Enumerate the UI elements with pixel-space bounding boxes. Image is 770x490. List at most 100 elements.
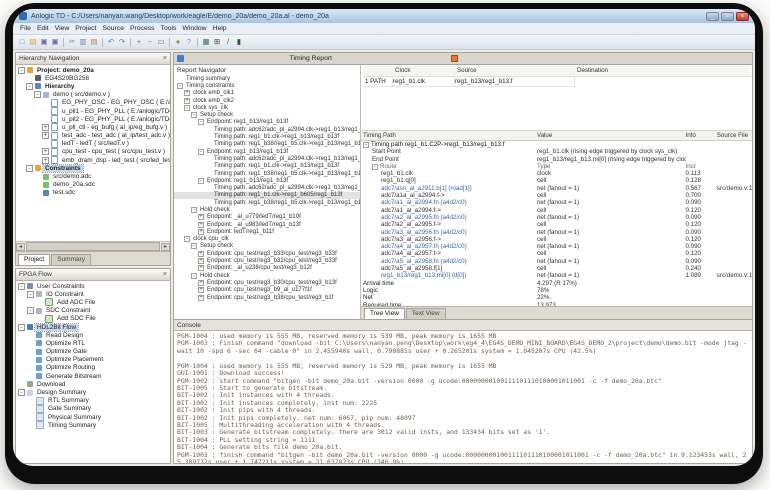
expand-icon[interactable]: + xyxy=(198,295,204,301)
flow-tree-item[interactable]: RTL Summary xyxy=(16,397,170,405)
save-icon[interactable]: ▣ xyxy=(39,37,49,47)
collapse-icon[interactable]: - xyxy=(363,142,369,148)
report-tree-item[interactable]: +Endpoint: cpu_test/reg3_b32/cpu_test/re… xyxy=(174,257,360,264)
collapse-icon[interactable]: - xyxy=(191,243,197,249)
panel-close-icon[interactable]: × xyxy=(163,270,167,279)
menu-help[interactable]: Help xyxy=(210,25,230,32)
collapse-icon[interactable]: - xyxy=(26,83,33,90)
collapse-icon[interactable]: - xyxy=(34,91,41,98)
col-source[interactable]: Source xyxy=(457,66,577,76)
flow-tree-item[interactable]: Optimize Placement xyxy=(16,356,170,364)
path-table-row[interactable]: Start Pointreg1_b1.clk (rising edge trig… xyxy=(361,148,752,155)
expand-icon[interactable]: + xyxy=(184,98,190,104)
report-tree-item[interactable]: Timing path: reg1_b1.clk->reg1_b13/reg1_… xyxy=(174,163,360,170)
open-folder-icon[interactable]: ▤ xyxy=(28,37,38,47)
path-table-row[interactable]: -Timing path reg1_b1.C2P->reg1_b13/reg1_… xyxy=(361,141,752,148)
flow-tree-item[interactable]: -IO Constraint xyxy=(16,290,170,298)
report-tree-item[interactable]: Timing summary xyxy=(174,75,360,82)
collapse-icon[interactable]: - xyxy=(198,119,204,125)
menu-tools[interactable]: Tools xyxy=(158,25,180,32)
path-table-row[interactable]: adc7/a5_al_a2958.f[1]cell0.240 xyxy=(361,265,752,272)
report-tree-item[interactable]: +clock emb_clk1 xyxy=(174,90,360,97)
redo-icon[interactable]: ↷ xyxy=(117,37,127,47)
expand-icon[interactable]: + xyxy=(198,258,204,264)
path-table-row[interactable]: adc7/a1_al_a2994.f->cell0.120 xyxy=(361,207,752,214)
path-table-row[interactable]: adc7/asn_al_a2911.b[1] (road[1])net (fan… xyxy=(361,185,752,192)
collapse-icon[interactable]: - xyxy=(191,112,197,118)
hierarchy-tree-item[interactable]: +cpu_test - cpu_test ( src/cpu_test.v ) xyxy=(16,148,170,156)
hierarchy-tree-item[interactable]: +emb_dram_dsp - led_test ( src/led_test.… xyxy=(16,156,170,164)
hierarchy-tree-item[interactable]: -Project: demo_20a xyxy=(16,66,170,74)
flow-tree-item[interactable]: -User Constraints xyxy=(16,282,170,290)
flow-tree-item[interactable]: -Design Summary xyxy=(16,388,170,396)
hierarchy-tree-item[interactable]: -demo ( src/demo.v ) xyxy=(16,91,170,99)
clock-table-row[interactable]: 1 PATHreg1_b1.clkreg1_b13/reg1_b13.f xyxy=(363,77,750,87)
col-destination[interactable]: Destination xyxy=(577,66,608,76)
scroll-right-icon[interactable]: ▸ xyxy=(161,243,170,251)
flow-tree-item[interactable]: Add ADC File xyxy=(16,298,170,306)
minimize-button[interactable]: _ xyxy=(706,12,719,21)
report-tree-item[interactable]: Timing path: reg1_b38/reg1_b5.clk->reg1_… xyxy=(174,199,360,206)
hierarchy-tree-item[interactable]: -Hierarchy xyxy=(16,82,170,90)
timing-report-tab[interactable]: Timing Report xyxy=(290,55,332,62)
flow-tree-item[interactable]: Generate Bitstream xyxy=(16,372,170,380)
hierarchy-tree-item[interactable]: u_pll2 - EG_PHY_PLL ( E:/anlogic/TD4.19/… xyxy=(16,115,170,123)
flow-tree-item[interactable]: Add SDC File xyxy=(16,315,170,323)
expand-icon[interactable]: + xyxy=(198,229,204,235)
path-table-row[interactable]: reg1_b1.q[0]cell0.128 xyxy=(361,177,752,184)
collapse-icon[interactable]: - xyxy=(184,105,190,111)
menu-view[interactable]: View xyxy=(52,25,73,32)
path-table-row[interactable]: adc7/a2_al_a2995.f->cell0.120 xyxy=(361,221,752,228)
report-tree-item[interactable]: Timing path: reg1_b38/reg1_b5.clk->reg1_… xyxy=(174,141,360,148)
view-tab-text-view[interactable]: Text View xyxy=(406,308,446,319)
report-tree-item[interactable]: -clock sys_clk xyxy=(174,104,360,111)
report-tree-item[interactable]: Timing path: adc62/adc_pl_a2994.clk->reg… xyxy=(174,126,360,133)
console-log[interactable]: PGM-1004 : used memory is 555 MB, reserv… xyxy=(174,331,752,463)
report-tree-item[interactable]: -Endpoint: reg1_b13/reg1_b13f xyxy=(174,119,360,126)
path-table-row[interactable]: Arrival time4.297 (R 17%) xyxy=(361,280,752,287)
hierarchy-tree-item[interactable]: ledT - ledT ( src/ledT.v ) xyxy=(16,140,170,148)
report-tree-item[interactable]: -Endpoint: reg1_b13/reg1_b13f xyxy=(174,148,360,155)
zoom-in-icon[interactable]: + xyxy=(134,37,144,47)
collapse-icon[interactable]: - xyxy=(27,307,34,314)
hierarchy-tree-item[interactable]: EG4S20BG256 xyxy=(16,74,170,82)
path-table-row[interactable]: Net22% xyxy=(361,294,752,301)
title-bar[interactable]: Anlogic TD - C:/Users/nanyan.wang/Deskto… xyxy=(13,9,755,23)
expand-icon[interactable]: + xyxy=(198,287,204,293)
report-tree-item[interactable]: -Setup check xyxy=(174,111,360,118)
collapse-icon[interactable]: - xyxy=(18,283,25,290)
close-button[interactable]: × xyxy=(736,12,749,21)
hierarchy-tree-item[interactable]: -Constraints xyxy=(16,164,170,172)
path-table-row[interactable]: adc7/a4_al_a2957.f->cell0.120 xyxy=(361,250,752,257)
expand-icon[interactable]: + xyxy=(198,214,204,220)
path-table-row[interactable]: adc7/a4_al_a2957.fn (a4d2/c0)net (fanout… xyxy=(361,243,752,250)
path-table-row[interactable]: adc7/a3_al_a2956.f->cell0.120 xyxy=(361,236,752,243)
report-tree-item[interactable]: Timing path: reg1_b38/reg1_b5.clk->reg1_… xyxy=(174,170,360,177)
expand-icon[interactable]: + xyxy=(42,148,49,155)
path-table-row[interactable]: reg1_b13/reg1_b13.mi[0] (d[0])net (fanou… xyxy=(361,272,752,279)
report-tree-item[interactable]: +clock emb_clk2 xyxy=(174,97,360,104)
collapse-icon[interactable]: - xyxy=(191,207,197,213)
report-tree-item[interactable]: -Timing constraints xyxy=(174,82,360,89)
flow-tree-item[interactable]: Physical Summary xyxy=(16,413,170,421)
save-all-icon[interactable]: ▣ xyxy=(50,37,60,47)
path-table-row[interactable]: adc7/a1a_al_a2994.f->cell0.700 xyxy=(361,192,752,199)
paste-icon[interactable]: ▤ xyxy=(89,37,99,47)
col-source-file[interactable]: Source File xyxy=(717,131,752,140)
menu-project[interactable]: Project xyxy=(72,25,99,32)
scroll-left-icon[interactable]: ◂ xyxy=(16,243,25,251)
expand-icon[interactable]: + xyxy=(198,280,204,286)
scroll-thumb[interactable] xyxy=(26,242,160,251)
report-tree-item[interactable]: +Endpoint: _al_u983/ledT/reg1_b13f xyxy=(174,221,360,228)
col-info[interactable]: Info xyxy=(686,131,717,140)
collapse-icon[interactable]: - xyxy=(198,178,204,184)
hierarchy-hscrollbar[interactable]: ◂ ▸ xyxy=(16,241,170,251)
tab-close-icon[interactable] xyxy=(451,55,458,62)
panel-tab-summary[interactable]: Summary xyxy=(51,254,91,265)
flow-tree-item[interactable]: Read Design xyxy=(16,331,170,339)
collapse-icon[interactable]: - xyxy=(198,149,204,155)
slash-icon[interactable]: / xyxy=(223,37,233,47)
expand-icon[interactable]: + xyxy=(184,90,190,96)
report-tree-item[interactable]: +Endpoint: cpu_test/reg3_b33/cpu_test/re… xyxy=(174,250,360,257)
path-table-row[interactable]: adc7/a1_al_a2994.fn (a4d2/c0)net (fanout… xyxy=(361,199,752,206)
